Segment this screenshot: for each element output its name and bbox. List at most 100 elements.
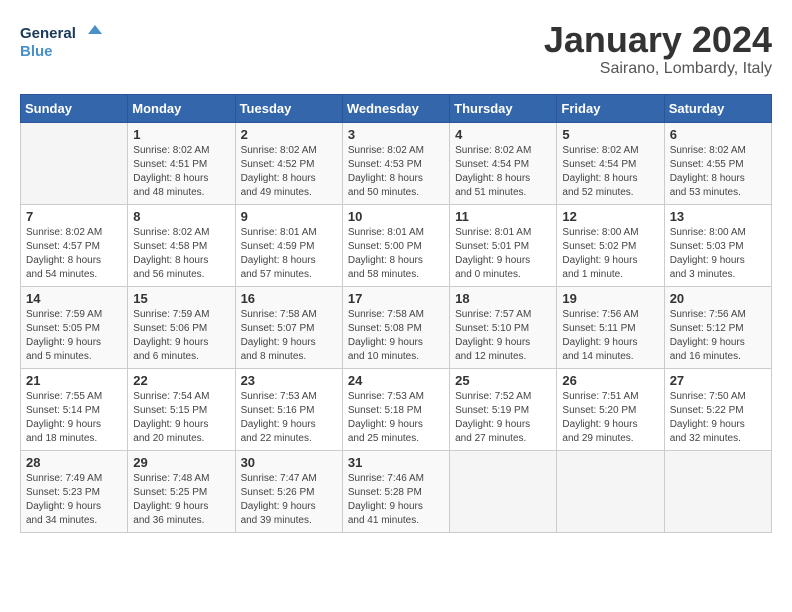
table-cell: 5Sunrise: 8:02 AM Sunset: 4:54 PM Daylig…: [557, 122, 664, 204]
table-cell: 8 Sunrise: 8:02 AM Sunset: 4:58 PM Daylig…: [128, 204, 235, 286]
day-info: Sunrise: 7:51 AM Sunset: 5:20 PM Dayligh…: [562, 390, 658, 446]
table-cell: 20 Sunrise: 7:56 AM Sunset: 5:12 PM Dayli…: [664, 286, 771, 368]
table-cell: 15 Sunrise: 7:59 AM Sunset: 5:06 PM Dayli…: [128, 286, 235, 368]
table-cell: 12 Sunrise: 8:00 AM Sunset: 5:02 PM Dayli…: [557, 204, 664, 286]
week-row-4: 21Sunrise: 7:55 AM Sunset: 5:14 PM Dayli…: [21, 368, 772, 450]
day-info: Sunrise: 7:58 AM Sunset: 5:08 PM Dayligh…: [348, 308, 444, 364]
table-cell: 27 Sunrise: 7:50 AM Sunset: 5:22 PM Dayli…: [664, 368, 771, 450]
table-cell: 23Sunrise: 7:53 AM Sunset: 5:16 PM Dayli…: [235, 368, 342, 450]
day-number: 17: [348, 291, 444, 306]
day-number: 22: [133, 373, 229, 388]
svg-text:General: General: [20, 25, 76, 42]
table-cell: 7Sunrise: 8:02 AM Sunset: 4:57 PM Daylig…: [21, 204, 128, 286]
week-row-5: 28 Sunrise: 7:49 AM Sunset: 5:23 PM Dayli…: [21, 450, 772, 532]
table-cell: 9 Sunrise: 8:01 AM Sunset: 4:59 PM Daylig…: [235, 204, 342, 286]
title-area: January 2024 Sairano, Lombardy, Italy: [544, 20, 772, 78]
table-cell: 29Sunrise: 7:48 AM Sunset: 5:25 PM Dayli…: [128, 450, 235, 532]
table-cell: 6Sunrise: 8:02 AM Sunset: 4:55 PM Daylig…: [664, 122, 771, 204]
day-number: 11: [455, 209, 551, 224]
day-number: 20: [670, 291, 766, 306]
day-info: Sunrise: 7:56 AM Sunset: 5:11 PM Dayligh…: [562, 308, 658, 364]
day-number: 18: [455, 291, 551, 306]
day-info: Sunrise: 7:48 AM Sunset: 5:25 PM Dayligh…: [133, 472, 229, 528]
day-number: 1: [133, 127, 229, 142]
table-cell: 2Sunrise: 8:02 AM Sunset: 4:52 PM Daylig…: [235, 122, 342, 204]
day-info: Sunrise: 7:52 AM Sunset: 5:19 PM Dayligh…: [455, 390, 551, 446]
day-info: Sunrise: 7:53 AM Sunset: 5:18 PM Dayligh…: [348, 390, 444, 446]
day-number: 3: [348, 127, 444, 142]
month-title: January 2024: [544, 20, 772, 60]
day-number: 12: [562, 209, 658, 224]
table-cell: 19 Sunrise: 7:56 AM Sunset: 5:11 PM Dayli…: [557, 286, 664, 368]
table-cell: 3Sunrise: 8:02 AM Sunset: 4:53 PM Daylig…: [342, 122, 449, 204]
day-number: 16: [241, 291, 337, 306]
day-number: 31: [348, 455, 444, 470]
table-cell: 11Sunrise: 8:01 AM Sunset: 5:01 PM Dayli…: [450, 204, 557, 286]
day-number: 28: [26, 455, 122, 470]
day-number: 25: [455, 373, 551, 388]
weekday-header-row: SundayMondayTuesdayWednesdayThursdayFrid…: [21, 94, 772, 122]
day-number: 4: [455, 127, 551, 142]
day-number: 14: [26, 291, 122, 306]
table-cell: 10Sunrise: 8:01 AM Sunset: 5:00 PM Dayli…: [342, 204, 449, 286]
week-row-3: 14Sunrise: 7:59 AM Sunset: 5:05 PM Dayli…: [21, 286, 772, 368]
calendar-table: SundayMondayTuesdayWednesdayThursdayFrid…: [20, 94, 772, 533]
table-cell: 18Sunrise: 7:57 AM Sunset: 5:10 PM Dayli…: [450, 286, 557, 368]
table-cell: [21, 122, 128, 204]
table-cell: 22 Sunrise: 7:54 AM Sunset: 5:15 PM Dayli…: [128, 368, 235, 450]
day-number: 24: [348, 373, 444, 388]
header-monday: Monday: [128, 94, 235, 122]
logo: General Blue: [20, 20, 110, 65]
day-number: 13: [670, 209, 766, 224]
day-info: Sunrise: 8:00 AM Sunset: 5:02 PM Dayligh…: [562, 226, 658, 282]
table-cell: 14Sunrise: 7:59 AM Sunset: 5:05 PM Dayli…: [21, 286, 128, 368]
table-cell: [450, 450, 557, 532]
day-number: 15: [133, 291, 229, 306]
day-number: 9: [241, 209, 337, 224]
day-info: Sunrise: 8:01 AM Sunset: 4:59 PM Dayligh…: [241, 226, 337, 282]
table-cell: [557, 450, 664, 532]
day-info: Sunrise: 7:59 AM Sunset: 5:06 PM Dayligh…: [133, 308, 229, 364]
day-number: 8: [133, 209, 229, 224]
day-info: Sunrise: 7:50 AM Sunset: 5:22 PM Dayligh…: [670, 390, 766, 446]
day-info: Sunrise: 7:55 AM Sunset: 5:14 PM Dayligh…: [26, 390, 122, 446]
header-tuesday: Tuesday: [235, 94, 342, 122]
header-thursday: Thursday: [450, 94, 557, 122]
table-cell: 26Sunrise: 7:51 AM Sunset: 5:20 PM Dayli…: [557, 368, 664, 450]
day-info: Sunrise: 8:02 AM Sunset: 4:51 PM Dayligh…: [133, 144, 229, 200]
table-cell: 25 Sunrise: 7:52 AM Sunset: 5:19 PM Dayli…: [450, 368, 557, 450]
day-info: Sunrise: 7:54 AM Sunset: 5:15 PM Dayligh…: [133, 390, 229, 446]
table-cell: 30 Sunrise: 7:47 AM Sunset: 5:26 PM Dayli…: [235, 450, 342, 532]
day-number: 19: [562, 291, 658, 306]
table-cell: [664, 450, 771, 532]
table-cell: 21Sunrise: 7:55 AM Sunset: 5:14 PM Dayli…: [21, 368, 128, 450]
day-info: Sunrise: 8:02 AM Sunset: 4:52 PM Dayligh…: [241, 144, 337, 200]
header-wednesday: Wednesday: [342, 94, 449, 122]
day-number: 6: [670, 127, 766, 142]
day-info: Sunrise: 7:47 AM Sunset: 5:26 PM Dayligh…: [241, 472, 337, 528]
svg-text:Blue: Blue: [20, 43, 53, 60]
week-row-2: 7Sunrise: 8:02 AM Sunset: 4:57 PM Daylig…: [21, 204, 772, 286]
header-friday: Friday: [557, 94, 664, 122]
day-info: Sunrise: 8:02 AM Sunset: 4:58 PM Dayligh…: [133, 226, 229, 282]
day-info: Sunrise: 7:46 AM Sunset: 5:28 PM Dayligh…: [348, 472, 444, 528]
day-number: 27: [670, 373, 766, 388]
header-sunday: Sunday: [21, 94, 128, 122]
day-info: Sunrise: 8:02 AM Sunset: 4:54 PM Dayligh…: [455, 144, 551, 200]
table-cell: 17 Sunrise: 7:58 AM Sunset: 5:08 PM Dayli…: [342, 286, 449, 368]
table-cell: 28 Sunrise: 7:49 AM Sunset: 5:23 PM Dayli…: [21, 450, 128, 532]
day-info: Sunrise: 7:53 AM Sunset: 5:16 PM Dayligh…: [241, 390, 337, 446]
location: Sairano, Lombardy, Italy: [544, 60, 772, 78]
table-cell: 13Sunrise: 8:00 AM Sunset: 5:03 PM Dayli…: [664, 204, 771, 286]
table-cell: 24 Sunrise: 7:53 AM Sunset: 5:18 PM Dayli…: [342, 368, 449, 450]
day-number: 10: [348, 209, 444, 224]
day-info: Sunrise: 7:56 AM Sunset: 5:12 PM Dayligh…: [670, 308, 766, 364]
day-number: 7: [26, 209, 122, 224]
day-info: Sunrise: 7:49 AM Sunset: 5:23 PM Dayligh…: [26, 472, 122, 528]
logo-svg: General Blue: [20, 20, 110, 65]
table-cell: 1 Sunrise: 8:02 AM Sunset: 4:51 PM Daylig…: [128, 122, 235, 204]
day-info: Sunrise: 7:58 AM Sunset: 5:07 PM Dayligh…: [241, 308, 337, 364]
header-saturday: Saturday: [664, 94, 771, 122]
table-cell: 31 Sunrise: 7:46 AM Sunset: 5:28 PM Dayli…: [342, 450, 449, 532]
day-number: 30: [241, 455, 337, 470]
